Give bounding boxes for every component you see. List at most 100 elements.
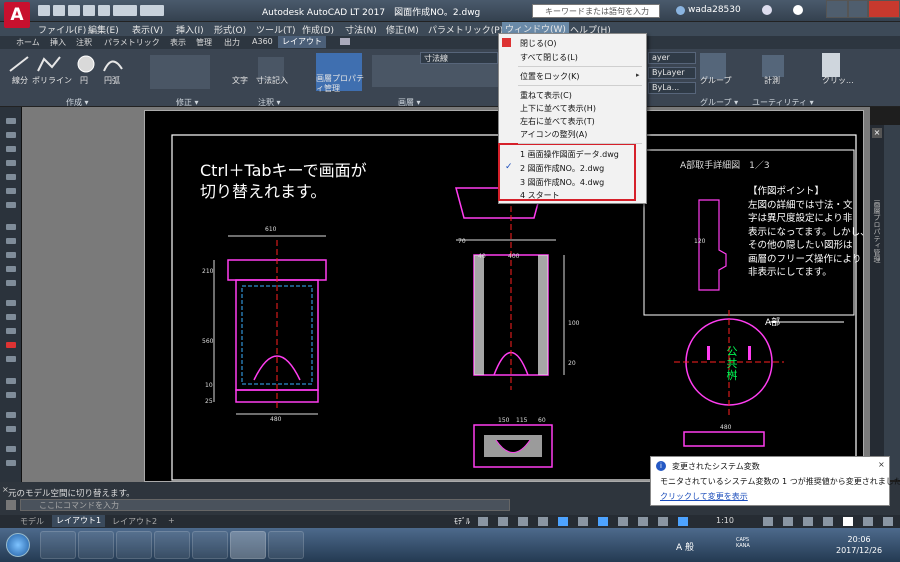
menu-tools[interactable]: ツール(T) [256,23,296,36]
tool-arc-label[interactable]: 円弧 [104,75,120,86]
toolbar-icon[interactable] [6,328,16,334]
close-button[interactable] [868,0,900,18]
menu-item-cascade[interactable]: 重ねて表示(C) [520,90,572,101]
user-name[interactable]: wada28530 [688,5,741,15]
tab-layout[interactable]: レイアウト [278,36,326,48]
toolbar-icon[interactable] [6,392,16,398]
menu-draw[interactable]: 作成(D) [302,23,334,36]
search-input[interactable]: キーワードまたは語句を入力 [532,4,660,18]
wrench-icon[interactable] [6,500,16,510]
toolbar-icon[interactable] [6,314,16,320]
tab-layout1[interactable]: レイアウト1 [52,515,106,527]
toolbar-icon[interactable] [6,266,16,272]
menu-item-file-3[interactable]: 3 図面作成NO。4.dwg [520,177,604,188]
toolbar-icon[interactable] [6,174,16,180]
model-space-toggle[interactable]: ﾓﾃﾞﾙ [454,516,470,527]
menu-item-close[interactable]: 閉じる(O) [520,38,557,49]
help-icon[interactable] [793,5,803,15]
layer-palette-label[interactable]: 画層プロパティ管理 [872,200,882,263]
menu-item-file-4[interactable]: 4 スタート [520,190,560,201]
toolbar-icon[interactable] [6,342,16,348]
tab-layout2[interactable]: レイアウト2 [112,516,157,527]
tool-layer-properties-label[interactable]: 画層プロパティ管理 [316,74,366,94]
menu-edit[interactable]: 編集(E) [88,23,119,36]
toolbar-icon[interactable] [6,160,16,166]
toolbar-icon[interactable] [6,202,16,208]
toolbar-icon[interactable] [6,356,16,362]
menu-insert[interactable]: 挿入(I) [176,23,204,36]
command-input[interactable]: ここにコマンドを入力 [20,499,510,511]
toolbar-icon[interactable] [6,146,16,152]
navigation-bar[interactable] [884,125,900,480]
tool-clipboard-label[interactable]: クリッ... [822,75,854,86]
chrome-icon[interactable] [116,531,152,559]
toolbar-icon[interactable] [6,280,16,286]
thunderbird-icon[interactable] [154,531,190,559]
tab-annotate[interactable]: 注釈 [76,37,92,48]
menu-item-tile-vertical[interactable]: 左右に並べて表示(T) [520,116,595,127]
tool-line-label[interactable]: 線分 [12,75,28,86]
status-icons[interactable] [478,516,898,527]
menu-dimension[interactable]: 寸法(N) [345,23,377,36]
palette-close-icon[interactable]: × [872,128,882,138]
redo-icon[interactable] [140,5,164,16]
system-clock[interactable]: 20:06 2017/12/26 [836,534,882,556]
save-icon[interactable] [68,5,80,16]
toolbar-icon[interactable] [6,188,16,194]
toolbar-icon[interactable] [6,132,16,138]
add-layout-button[interactable]: + [168,516,175,525]
tool-dimension-label[interactable]: 寸法記入 [256,75,288,86]
ribbon-toggle-icon[interactable] [340,38,350,45]
saveas-icon[interactable] [83,5,95,16]
autocad-taskbar-icon[interactable] [230,531,266,559]
tool-polyline-label[interactable]: ポリライン [32,75,72,86]
ime-indicator[interactable]: A 般 [676,540,694,553]
toolbar-icon[interactable] [6,118,16,124]
maximize-button[interactable] [848,0,868,18]
tab-view[interactable]: 表示 [170,37,186,48]
tool-group-label[interactable]: グループ [700,75,732,86]
linetype-bylayer-dropdown[interactable]: ByLa... [648,82,696,94]
toolbar-icon[interactable] [6,426,16,432]
menu-item-close-all[interactable]: すべて閉じる(L) [520,52,578,63]
explorer-icon[interactable] [78,531,114,559]
tab-a360[interactable]: A360 [252,37,273,46]
layer-dropdown[interactable]: 寸法線 [420,52,498,64]
palette-strip[interactable] [870,125,884,480]
menu-item-tile-horizontal[interactable]: 上下に並べて表示(H) [520,103,596,114]
exchange-icon[interactable] [762,5,772,15]
tool-measure-label[interactable]: 計測 [764,75,780,86]
toolbar-icon[interactable] [6,252,16,258]
tool-circle-label[interactable]: 円 [80,75,88,86]
paint-icon[interactable] [268,531,304,559]
layer-combo[interactable]: ayer [648,52,696,64]
tab-model[interactable]: モデル [20,516,44,527]
toolbar-icon[interactable] [6,446,16,452]
ie-icon[interactable] [192,531,228,559]
minimize-button[interactable] [826,0,848,18]
toolbar-icon[interactable] [6,238,16,244]
open-icon[interactable] [53,5,65,16]
start-button[interactable] [6,533,30,557]
menu-item-lock-location[interactable]: 位置をロック(K) [520,71,580,82]
menu-modify[interactable]: 修正(M) [386,23,419,36]
notification-link[interactable]: クリックして変更を表示 [660,491,748,502]
menu-item-file-2[interactable]: 2 図面作成NO。2.dwg [520,163,604,174]
menu-parametric[interactable]: パラメトリック(P) [428,23,503,36]
notification-close-icon[interactable]: × [878,460,888,470]
tab-manage[interactable]: 管理 [196,37,212,48]
new-icon[interactable] [38,5,50,16]
text-tool-icon[interactable] [6,378,16,384]
toolbar-icon[interactable] [6,300,16,306]
app-menu-button[interactable]: A [4,2,30,28]
toolbar-icon[interactable] [6,460,16,466]
media-player-icon[interactable] [40,531,76,559]
toolbar-icon[interactable] [6,224,16,230]
menu-item-arrange-icons[interactable]: アイコンの整列(A) [520,129,587,140]
undo-icon[interactable] [113,5,137,16]
plot-icon[interactable] [98,5,110,16]
menu-format[interactable]: 形式(O) [214,23,246,36]
menu-item-file-1[interactable]: 1 画面操作図面データ.dwg [520,149,619,160]
menu-file[interactable]: ファイル(F) [38,23,86,36]
tab-insert[interactable]: 挿入 [50,37,66,48]
